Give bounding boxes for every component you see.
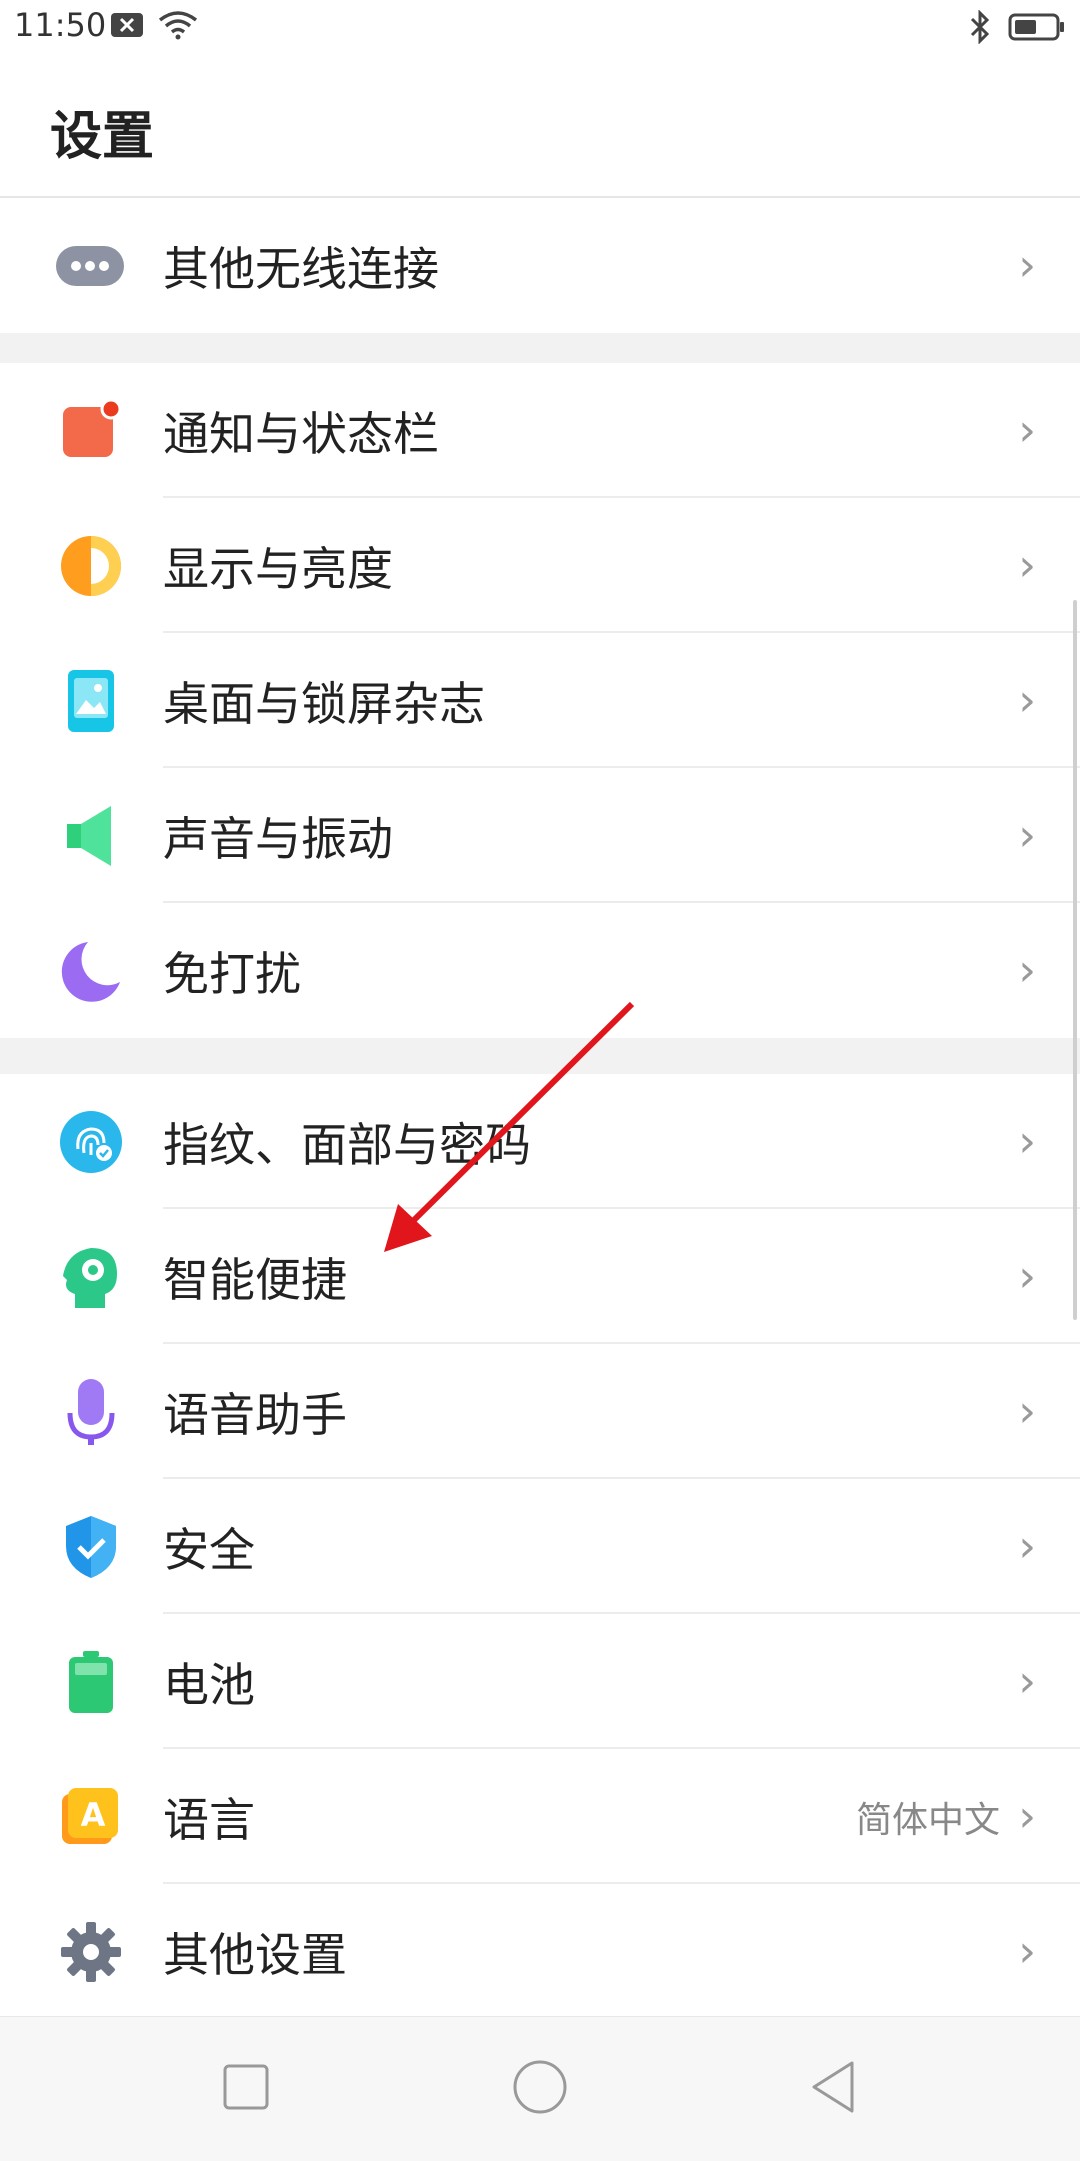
section-system: 指纹、面部与密码 › 智能便捷 › 语音助手 › 安全 › 电池 › A 语言 … [0,1074,1080,2019]
setting-item-wallpaper[interactable]: 桌面与锁屏杂志 › [0,633,1080,768]
navigation-bar [0,2016,1080,2161]
setting-item-label: 安全 [163,1522,255,1577]
chevron-right-icon: › [1018,1115,1036,1167]
gear-icon [56,1917,126,1987]
microphone-icon [56,1377,126,1447]
setting-item-label: 显示与亮度 [163,541,393,596]
battery-item-icon [56,1647,126,1717]
notification-x-icon [110,12,144,42]
setting-item-label: 其他设置 [163,1927,347,1982]
shield-icon [56,1512,126,1582]
setting-item-sound-vibration[interactable]: 声音与振动 › [0,768,1080,903]
section-gap [0,333,1080,363]
moon-icon [56,936,126,1006]
setting-item-security[interactable]: 安全 › [0,1479,1080,1614]
setting-item-label: 其他无线连接 [163,241,439,296]
setting-item-label: 通知与状态栏 [163,406,439,461]
chevron-right-icon: › [1018,239,1036,291]
language-value: 简体中文 [855,1799,1000,1841]
chevron-right-icon: › [1018,674,1036,726]
fingerprint-icon [56,1107,126,1177]
setting-item-notification[interactable]: 通知与状态栏 › [0,363,1080,498]
svg-text:A: A [81,1796,106,1834]
setting-item-display-brightness[interactable]: 显示与亮度 › [0,498,1080,633]
chevron-right-icon: › [1018,1250,1036,1302]
notification-icon [56,396,126,466]
language-icon: A [56,1782,126,1852]
chevron-right-icon: › [1018,809,1036,861]
smart-head-icon [56,1242,126,1312]
setting-item-language[interactable]: A 语言 简体中文 › [0,1749,1080,1884]
more-dots-icon [56,231,126,301]
setting-item-label: 指纹、面部与密码 [163,1117,531,1172]
setting-item-label: 声音与振动 [163,811,393,866]
chevron-right-icon: › [1018,539,1036,591]
chevron-right-icon: › [1018,1385,1036,1437]
recent-apps-button[interactable] [222,2063,270,2115]
section-gap [0,1038,1080,1074]
chevron-right-icon: › [1018,1520,1036,1572]
setting-item-label: 语言 [163,1792,255,1847]
wifi-icon [158,10,198,44]
section-wireless: 其他无线连接 › [0,198,1080,333]
home-button[interactable] [512,2059,568,2119]
battery-icon [1008,12,1066,46]
setting-item-smart-convenience[interactable]: 智能便捷 › [0,1209,1080,1344]
chevron-right-icon: › [1018,404,1036,456]
brightness-icon [56,531,126,601]
speaker-icon [56,801,126,871]
setting-item-voice-assistant[interactable]: 语音助手 › [0,1344,1080,1479]
wallpaper-icon [56,666,126,736]
setting-item-label: 免打扰 [163,946,301,1001]
setting-item-do-not-disturb[interactable]: 免打扰 › [0,903,1080,1038]
setting-item-fingerprint-face-password[interactable]: 指纹、面部与密码 › [0,1074,1080,1209]
setting-item-label: 桌面与锁屏杂志 [163,676,485,731]
page-title: 设置 [50,107,155,167]
back-button[interactable] [810,2060,856,2118]
bluetooth-icon [968,9,992,48]
scrollbar[interactable] [1073,600,1077,1320]
setting-item-label: 电池 [163,1657,255,1712]
chevron-right-icon: › [1018,1925,1036,1977]
chevron-right-icon: › [1018,944,1036,996]
setting-item-other-wireless[interactable]: 其他无线连接 › [0,198,1080,333]
setting-item-label: 智能便捷 [163,1252,347,1307]
status-time: 11:50 [14,6,107,44]
setting-item-battery[interactable]: 电池 › [0,1614,1080,1749]
setting-item-other-settings[interactable]: 其他设置 › [0,1884,1080,2019]
setting-item-label: 语音助手 [163,1387,347,1442]
section-display: 通知与状态栏 › 显示与亮度 › 桌面与锁屏杂志 › 声音与振动 › 免打扰 › [0,363,1080,1038]
status-bar: 11:50 [0,0,1080,56]
chevron-right-icon: › [1018,1655,1036,1707]
chevron-right-icon: › [1018,1790,1036,1842]
